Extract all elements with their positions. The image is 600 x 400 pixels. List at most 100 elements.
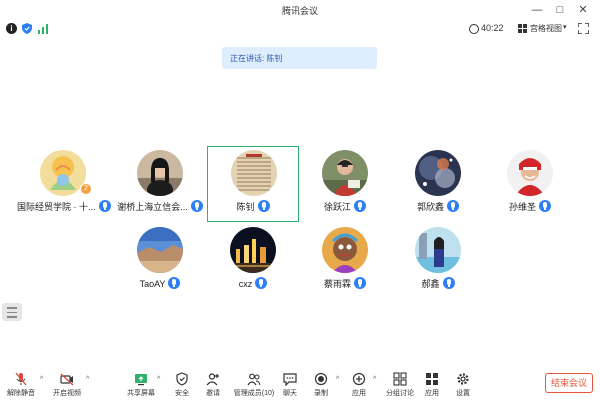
participant-tile[interactable]: 郝鑫 — [392, 224, 484, 300]
microphone-icon — [190, 200, 203, 212]
breakout-rooms-button[interactable]: 分组讨论 — [381, 370, 419, 400]
avatar — [322, 150, 368, 196]
manage-members-button[interactable]: 管理成员(10) — [233, 370, 275, 400]
unmute-label: 解除静音 — [7, 390, 35, 397]
settings-label: 设置 — [456, 390, 470, 397]
security-label: 安全 — [175, 390, 189, 397]
participant-name-line: cxz — [207, 277, 299, 289]
minimize-button[interactable]: — — [528, 2, 546, 18]
info-icon[interactable]: i — [6, 23, 17, 34]
participant-tile[interactable]: TaoAY — [114, 224, 206, 300]
participant-name: 郭欣鑫 — [416, 202, 444, 212]
chevron-down-icon[interactable]: ▾ — [563, 23, 567, 31]
record-icon — [314, 372, 328, 386]
members-icon — [247, 373, 261, 386]
clock-icon — [469, 24, 479, 34]
unmute-button[interactable]: 解除静音 — [4, 370, 38, 400]
participant-tile[interactable]: 郭欣鑫 — [392, 147, 484, 223]
share-screen-label: 共享屏幕 — [127, 390, 155, 397]
close-button[interactable]: ✕ — [574, 2, 592, 18]
avatar — [231, 150, 277, 196]
shield-icon[interactable] — [22, 23, 32, 34]
apps-button[interactable]: 应用 — [342, 370, 376, 400]
microphone-icon — [257, 200, 270, 212]
participant-tile[interactable]: 谢桥上海立信会... — [114, 147, 206, 223]
microphone-icon — [168, 277, 181, 289]
participant-name-line: 徐跃江 — [299, 200, 391, 213]
microphone-icon — [255, 277, 268, 289]
participant-tile[interactable]: 蔡雨霖 — [299, 224, 391, 300]
chevron-up-icon[interactable]: ^ — [157, 376, 160, 383]
chevron-up-icon[interactable]: ^ — [336, 376, 339, 383]
participant-name: 蔡雨霖 — [323, 279, 351, 289]
end-meeting-button[interactable]: 结束会议 — [545, 373, 593, 393]
avatar — [137, 227, 183, 273]
speaking-indicator: 正在讲话: 陈钊 — [222, 47, 377, 69]
start-video-button[interactable]: 开启视频 — [50, 370, 84, 400]
microphone-icon — [442, 277, 455, 289]
participant-name-line: 郭欣鑫 — [392, 200, 484, 213]
chevron-up-icon[interactable]: ^ — [40, 376, 43, 383]
avatar — [137, 150, 183, 196]
meeting-status-bar: i 40:22 宫格视图 ▾ — [0, 20, 600, 38]
participant-name: 徐跃江 — [323, 202, 351, 212]
participant-name: TaoAY — [139, 279, 166, 289]
title-bar: 腾讯会议 — □ ✕ — [0, 0, 600, 20]
microphone-icon — [354, 200, 366, 212]
avatar — [322, 227, 368, 273]
participant-tile[interactable]: 孙维圣 — [484, 147, 576, 223]
participant-name-line: 蔡雨霖 — [299, 277, 391, 290]
microphone-icon — [539, 200, 551, 212]
participant-name-line: TaoAY — [114, 277, 206, 289]
signal-icon[interactable] — [38, 24, 48, 34]
chat-label: 聊天 — [283, 390, 297, 397]
avatar — [507, 150, 553, 196]
participant-tile[interactable]: 2 国际经贸学院 · 十... — [17, 147, 111, 223]
chevron-up-icon[interactable]: ^ — [373, 376, 376, 383]
meeting-timer: 40:22 — [481, 23, 504, 33]
manage-members-label: 管理成员(10) — [233, 390, 275, 397]
participant-tile-active[interactable]: 陈钊 — [207, 146, 299, 222]
participant-name: 孙维圣 — [508, 202, 536, 212]
breakout-rooms-icon — [393, 372, 407, 386]
view-mode-label[interactable]: 宫格视图 — [530, 23, 562, 34]
participant-tile[interactable]: 徐跃江 — [299, 147, 391, 223]
microphone-off-icon — [15, 372, 27, 386]
avatar — [415, 150, 461, 196]
participant-name: cxz — [238, 279, 253, 289]
shield-icon — [176, 372, 188, 386]
participant-name-line: 国际经贸学院 · 十... — [17, 200, 111, 213]
grid-view-icon[interactable] — [518, 24, 527, 33]
more-apps-button[interactable]: 应用 — [415, 370, 449, 400]
participant-name: 陈钊 — [236, 202, 255, 212]
invite-user-icon — [206, 373, 219, 386]
microphone-icon — [447, 200, 459, 212]
chevron-up-icon[interactable]: ^ — [86, 376, 89, 383]
chat-button[interactable]: 聊天 — [273, 370, 307, 400]
window-title: 腾讯会议 — [281, 6, 318, 16]
participant-name-line: 陈钊 — [208, 200, 298, 213]
side-panel-toggle[interactable] — [2, 303, 22, 321]
microphone-icon — [354, 277, 366, 289]
settings-button[interactable]: 设置 — [446, 370, 480, 400]
share-screen-icon — [135, 374, 147, 386]
share-screen-button[interactable]: 共享屏幕 — [124, 370, 158, 400]
participant-name-line: 谢桥上海立信会... — [114, 200, 206, 213]
invite-label: 邀请 — [206, 390, 220, 397]
participant-tile[interactable]: cxz — [207, 224, 299, 300]
participant-name: 谢桥上海立信会... — [117, 202, 188, 212]
participant-name-line: 孙维圣 — [484, 200, 576, 213]
meeting-toolbar: 解除静音 ^ 开启视频 ^ 共享屏幕 ^ 安全 邀请 管理成员(10) 聊天 录… — [0, 366, 600, 400]
maximize-button[interactable]: □ — [551, 2, 569, 18]
camera-off-icon — [60, 373, 74, 386]
fullscreen-icon[interactable] — [578, 23, 589, 34]
record-button[interactable]: 录制 — [304, 370, 338, 400]
invite-button[interactable]: 邀请 — [196, 370, 230, 400]
apps-label: 应用 — [352, 390, 366, 397]
record-label: 录制 — [314, 390, 328, 397]
avatar — [230, 227, 276, 273]
microphone-icon — [98, 200, 111, 212]
apps-icon — [352, 372, 366, 386]
security-button[interactable]: 安全 — [165, 370, 199, 400]
chat-icon — [283, 373, 297, 386]
